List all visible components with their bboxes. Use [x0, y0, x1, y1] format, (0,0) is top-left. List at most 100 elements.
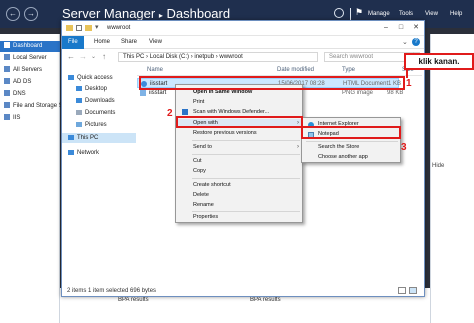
- sidebar-item-label: Dashboard: [13, 43, 43, 49]
- menu-item-cut[interactable]: Cut: [176, 157, 302, 165]
- column-type[interactable]: Type: [342, 67, 355, 73]
- maximize-icon[interactable]: □: [395, 23, 407, 33]
- folder-icon: [66, 25, 73, 31]
- details-view-icon[interactable]: [398, 287, 406, 294]
- step-3-label: 3: [401, 142, 407, 153]
- bpa-results-1[interactable]: BPA results: [118, 297, 149, 303]
- server-icon: [4, 54, 10, 61]
- sidebar-item-iis[interactable]: IIS: [0, 113, 60, 124]
- menu-help[interactable]: Help: [450, 11, 462, 17]
- ribbon-expand-icon[interactable]: ⌄: [402, 38, 408, 46]
- nav-desktop[interactable]: Desktop: [76, 84, 107, 94]
- nav-label: Network: [77, 150, 100, 156]
- forward-arrow-icon[interactable]: →: [79, 52, 87, 61]
- nav-pictures[interactable]: Pictures: [76, 120, 107, 130]
- column-name[interactable]: Name: [147, 67, 163, 73]
- breadcrumb-item[interactable]: This PC: [123, 54, 144, 60]
- minimize-icon[interactable]: –: [380, 23, 392, 33]
- download-icon: [76, 97, 82, 103]
- nav-documents[interactable]: Documents: [76, 108, 115, 118]
- breadcrumb-item[interactable]: wwwroot: [219, 54, 242, 60]
- up-arrow-icon[interactable]: ↑: [102, 52, 106, 61]
- chevron-down-icon[interactable]: ▾: [95, 23, 99, 31]
- sidebar-item-label: IIS: [13, 115, 21, 121]
- nav-network[interactable]: Network: [68, 148, 99, 158]
- forward-icon[interactable]: →: [24, 7, 38, 21]
- sidebar-item-label: All Servers: [13, 67, 43, 73]
- sidebar-item-dashboard[interactable]: Dashboard: [0, 41, 60, 52]
- window-title: wwwroot: [107, 25, 131, 31]
- column-date[interactable]: Date modified: [277, 67, 314, 73]
- close-icon[interactable]: ✕: [410, 23, 422, 33]
- menu-tools[interactable]: Tools: [399, 11, 413, 17]
- divider: [350, 8, 351, 20]
- menu-separator: [306, 141, 398, 142]
- computer-icon: [68, 134, 74, 140]
- large-icons-view-icon[interactable]: [409, 287, 417, 294]
- tab-share[interactable]: Share: [115, 36, 143, 49]
- callout-pointer: [406, 70, 408, 78]
- breadcrumb-item[interactable]: Local Disk (C:): [150, 54, 189, 60]
- defender-icon: [182, 109, 188, 115]
- step-2-label: 2: [167, 108, 173, 119]
- properties-icon[interactable]: [76, 25, 82, 31]
- menu-item-create-shortcut[interactable]: Create shortcut: [176, 181, 302, 189]
- tab-home[interactable]: Home: [88, 36, 116, 49]
- nav-label: Desktop: [85, 86, 108, 92]
- hide-button[interactable]: Hide: [432, 163, 444, 169]
- refresh-icon[interactable]: [334, 8, 344, 18]
- menu-item-label: Rename: [193, 202, 214, 208]
- tab-file[interactable]: File: [62, 36, 84, 49]
- back-icon[interactable]: ←: [6, 7, 20, 21]
- sidebar-item-label: Local Server: [13, 55, 47, 61]
- title-separator: ▸: [158, 11, 163, 20]
- tab-view[interactable]: View: [143, 36, 168, 49]
- menu-item-label: Send to: [193, 144, 212, 150]
- storage-icon: [4, 102, 10, 109]
- pictures-icon: [76, 121, 82, 127]
- bpa-results-2[interactable]: BPA results: [250, 297, 281, 303]
- sidebar-item-file-storage[interactable]: File and Storage Services: [0, 101, 82, 112]
- nav-label: Quick access: [77, 75, 113, 81]
- sidebar-item-label: AD DS: [13, 79, 32, 85]
- submenu-item-choose-app[interactable]: Choose another app: [302, 153, 400, 162]
- sidebar-item-label: DNS: [13, 91, 26, 97]
- step-1-label: 1: [406, 78, 412, 89]
- sidebar-item-all-servers[interactable]: All Servers: [0, 65, 60, 76]
- chevron-right-icon: ›: [297, 144, 299, 150]
- breadcrumb[interactable]: This PC › Local Disk (C:) › inetpub › ww…: [118, 52, 318, 62]
- menu-item-properties[interactable]: Properties: [176, 213, 302, 221]
- recent-locations-icon[interactable]: ⌄: [91, 53, 96, 60]
- iis-icon: [4, 114, 10, 121]
- breadcrumb-item[interactable]: inetpub: [194, 54, 214, 60]
- nav-label: Pictures: [85, 122, 107, 128]
- page-title: Dashboard: [166, 6, 231, 21]
- help-icon[interactable]: ?: [412, 38, 420, 46]
- menu-item-rename[interactable]: Rename: [176, 201, 302, 209]
- quick-access-toolbar: ▾ wwwroot – □ ✕: [62, 21, 424, 36]
- submenu-item-search-store[interactable]: Search the Store: [302, 143, 400, 152]
- menu-item-delete[interactable]: Delete: [176, 191, 302, 199]
- menu-item-scan[interactable]: Scan with Windows Defender...: [176, 108, 302, 116]
- flag-icon[interactable]: ⚑: [355, 7, 363, 18]
- menu-item-restore[interactable]: Restore previous versions: [176, 129, 302, 137]
- sidebar-item-dns[interactable]: DNS: [0, 89, 60, 100]
- menu-view[interactable]: View: [425, 11, 438, 17]
- status-bar: 2 items 1 item selected 696 bytes: [67, 288, 157, 294]
- menu-item-print[interactable]: Print: [176, 98, 302, 106]
- menu-manage[interactable]: Manage: [368, 11, 390, 17]
- ad-ds-icon: [4, 78, 10, 85]
- ribbon-tabs: File Home Share View ⌄ ?: [62, 36, 424, 49]
- back-arrow-icon[interactable]: ←: [67, 52, 75, 61]
- highlight-notepad: [301, 126, 401, 139]
- address-row: ← → ⌄ ↑ This PC › Local Disk (C:) › inet…: [62, 50, 424, 64]
- nav-this-pc[interactable]: This PC: [62, 133, 136, 143]
- nav-downloads[interactable]: Downloads: [76, 96, 115, 106]
- new-folder-icon[interactable]: [85, 25, 92, 31]
- nav-quick-access[interactable]: Quick access: [68, 73, 113, 83]
- sidebar-item-ad-ds[interactable]: AD DS: [0, 77, 60, 88]
- menu-item-send-to[interactable]: Send to ›: [176, 143, 302, 151]
- star-icon: [68, 74, 74, 80]
- sidebar-item-local-server[interactable]: Local Server: [0, 53, 60, 64]
- menu-item-copy[interactable]: Copy: [176, 167, 302, 175]
